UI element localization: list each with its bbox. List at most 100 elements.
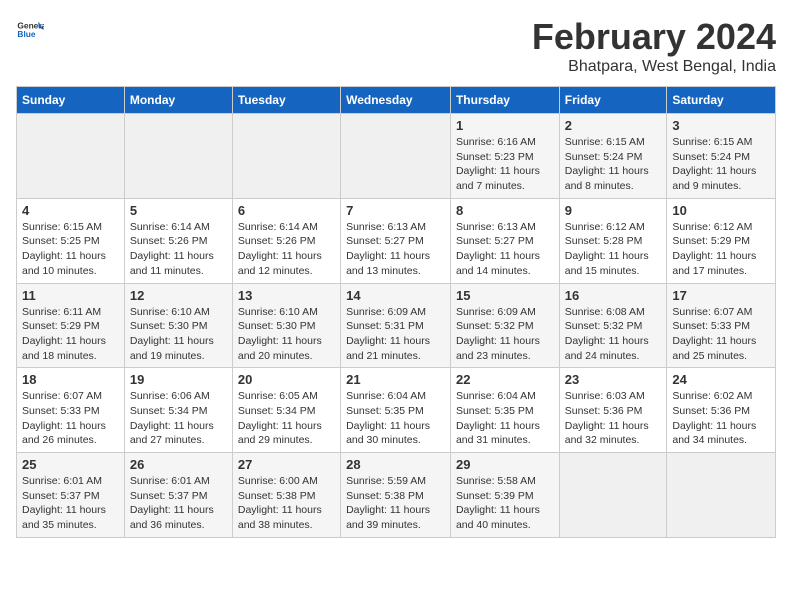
day-number: 12 (130, 288, 227, 303)
calendar-cell: 7 Sunrise: 6:13 AM Sunset: 5:27 PM Dayli… (341, 198, 451, 283)
day-info: Sunrise: 6:03 AM Sunset: 5:36 PM Dayligh… (565, 389, 662, 448)
calendar-cell: 22 Sunrise: 6:04 AM Sunset: 5:35 PM Dayl… (450, 368, 559, 453)
day-number: 13 (238, 288, 335, 303)
day-info: Sunrise: 6:10 AM Sunset: 5:30 PM Dayligh… (238, 305, 335, 364)
day-number: 16 (565, 288, 662, 303)
day-info: Sunrise: 6:14 AM Sunset: 5:26 PM Dayligh… (130, 220, 227, 279)
day-number: 17 (672, 288, 770, 303)
svg-text:Blue: Blue (17, 29, 35, 39)
day-header-thursday: Thursday (450, 87, 559, 114)
calendar-cell (341, 114, 451, 199)
calendar-cell: 16 Sunrise: 6:08 AM Sunset: 5:32 PM Dayl… (559, 283, 667, 368)
calendar-week-1: 1 Sunrise: 6:16 AM Sunset: 5:23 PM Dayli… (17, 114, 776, 199)
day-info: Sunrise: 6:05 AM Sunset: 5:34 PM Dayligh… (238, 389, 335, 448)
calendar-cell: 1 Sunrise: 6:16 AM Sunset: 5:23 PM Dayli… (450, 114, 559, 199)
day-number: 5 (130, 203, 227, 218)
calendar-week-3: 11 Sunrise: 6:11 AM Sunset: 5:29 PM Dayl… (17, 283, 776, 368)
day-number: 14 (346, 288, 445, 303)
day-info: Sunrise: 6:10 AM Sunset: 5:30 PM Dayligh… (130, 305, 227, 364)
day-info: Sunrise: 6:09 AM Sunset: 5:32 PM Dayligh… (456, 305, 554, 364)
logo-icon: General Blue (16, 16, 44, 44)
day-number: 26 (130, 457, 227, 472)
day-info: Sunrise: 6:02 AM Sunset: 5:36 PM Dayligh… (672, 389, 770, 448)
calendar-cell: 21 Sunrise: 6:04 AM Sunset: 5:35 PM Dayl… (341, 368, 451, 453)
calendar-week-2: 4 Sunrise: 6:15 AM Sunset: 5:25 PM Dayli… (17, 198, 776, 283)
calendar-cell: 27 Sunrise: 6:00 AM Sunset: 5:38 PM Dayl… (232, 453, 340, 538)
day-number: 22 (456, 372, 554, 387)
calendar-cell: 13 Sunrise: 6:10 AM Sunset: 5:30 PM Dayl… (232, 283, 340, 368)
calendar-week-4: 18 Sunrise: 6:07 AM Sunset: 5:33 PM Dayl… (17, 368, 776, 453)
calendar-cell (124, 114, 232, 199)
day-number: 11 (22, 288, 119, 303)
day-info: Sunrise: 6:15 AM Sunset: 5:24 PM Dayligh… (565, 135, 662, 194)
day-info: Sunrise: 6:13 AM Sunset: 5:27 PM Dayligh… (456, 220, 554, 279)
day-number: 19 (130, 372, 227, 387)
day-info: Sunrise: 6:06 AM Sunset: 5:34 PM Dayligh… (130, 389, 227, 448)
title-area: February 2024 Bhatpara, West Bengal, Ind… (532, 16, 776, 76)
calendar-cell (232, 114, 340, 199)
calendar-cell: 12 Sunrise: 6:10 AM Sunset: 5:30 PM Dayl… (124, 283, 232, 368)
calendar-body: 1 Sunrise: 6:16 AM Sunset: 5:23 PM Dayli… (17, 114, 776, 538)
day-header-wednesday: Wednesday (341, 87, 451, 114)
day-number: 29 (456, 457, 554, 472)
day-number: 3 (672, 118, 770, 133)
calendar-cell: 26 Sunrise: 6:01 AM Sunset: 5:37 PM Dayl… (124, 453, 232, 538)
calendar-cell: 23 Sunrise: 6:03 AM Sunset: 5:36 PM Dayl… (559, 368, 667, 453)
day-number: 4 (22, 203, 119, 218)
logo: General Blue (16, 16, 44, 44)
day-info: Sunrise: 6:07 AM Sunset: 5:33 PM Dayligh… (672, 305, 770, 364)
day-header-saturday: Saturday (667, 87, 776, 114)
day-info: Sunrise: 6:16 AM Sunset: 5:23 PM Dayligh… (456, 135, 554, 194)
day-number: 23 (565, 372, 662, 387)
calendar-cell: 19 Sunrise: 6:06 AM Sunset: 5:34 PM Dayl… (124, 368, 232, 453)
calendar-table: SundayMondayTuesdayWednesdayThursdayFrid… (16, 86, 776, 538)
calendar-cell: 5 Sunrise: 6:14 AM Sunset: 5:26 PM Dayli… (124, 198, 232, 283)
calendar-cell: 14 Sunrise: 6:09 AM Sunset: 5:31 PM Dayl… (341, 283, 451, 368)
day-number: 9 (565, 203, 662, 218)
header: General Blue February 2024 Bhatpara, Wes… (16, 16, 776, 76)
day-number: 25 (22, 457, 119, 472)
calendar-cell: 29 Sunrise: 5:58 AM Sunset: 5:39 PM Dayl… (450, 453, 559, 538)
day-header-sunday: Sunday (17, 87, 125, 114)
day-number: 24 (672, 372, 770, 387)
day-info: Sunrise: 6:14 AM Sunset: 5:26 PM Dayligh… (238, 220, 335, 279)
day-info: Sunrise: 6:12 AM Sunset: 5:29 PM Dayligh… (672, 220, 770, 279)
day-info: Sunrise: 6:13 AM Sunset: 5:27 PM Dayligh… (346, 220, 445, 279)
day-number: 28 (346, 457, 445, 472)
day-info: Sunrise: 6:11 AM Sunset: 5:29 PM Dayligh… (22, 305, 119, 364)
day-info: Sunrise: 6:04 AM Sunset: 5:35 PM Dayligh… (346, 389, 445, 448)
calendar-cell: 9 Sunrise: 6:12 AM Sunset: 5:28 PM Dayli… (559, 198, 667, 283)
calendar-cell: 8 Sunrise: 6:13 AM Sunset: 5:27 PM Dayli… (450, 198, 559, 283)
day-header-monday: Monday (124, 87, 232, 114)
day-number: 7 (346, 203, 445, 218)
day-number: 21 (346, 372, 445, 387)
calendar-cell: 20 Sunrise: 6:05 AM Sunset: 5:34 PM Dayl… (232, 368, 340, 453)
calendar-cell (667, 453, 776, 538)
calendar-week-5: 25 Sunrise: 6:01 AM Sunset: 5:37 PM Dayl… (17, 453, 776, 538)
day-info: Sunrise: 5:58 AM Sunset: 5:39 PM Dayligh… (456, 474, 554, 533)
day-info: Sunrise: 6:15 AM Sunset: 5:25 PM Dayligh… (22, 220, 119, 279)
day-info: Sunrise: 6:09 AM Sunset: 5:31 PM Dayligh… (346, 305, 445, 364)
calendar-cell: 24 Sunrise: 6:02 AM Sunset: 5:36 PM Dayl… (667, 368, 776, 453)
calendar-cell: 4 Sunrise: 6:15 AM Sunset: 5:25 PM Dayli… (17, 198, 125, 283)
calendar-cell (17, 114, 125, 199)
calendar-cell: 10 Sunrise: 6:12 AM Sunset: 5:29 PM Dayl… (667, 198, 776, 283)
calendar-cell: 28 Sunrise: 5:59 AM Sunset: 5:38 PM Dayl… (341, 453, 451, 538)
calendar-cell: 25 Sunrise: 6:01 AM Sunset: 5:37 PM Dayl… (17, 453, 125, 538)
calendar-cell: 2 Sunrise: 6:15 AM Sunset: 5:24 PM Dayli… (559, 114, 667, 199)
day-info: Sunrise: 6:01 AM Sunset: 5:37 PM Dayligh… (22, 474, 119, 533)
day-number: 1 (456, 118, 554, 133)
calendar-cell (559, 453, 667, 538)
day-info: Sunrise: 5:59 AM Sunset: 5:38 PM Dayligh… (346, 474, 445, 533)
day-number: 18 (22, 372, 119, 387)
day-info: Sunrise: 6:00 AM Sunset: 5:38 PM Dayligh… (238, 474, 335, 533)
day-number: 20 (238, 372, 335, 387)
day-header-tuesday: Tuesday (232, 87, 340, 114)
day-info: Sunrise: 6:01 AM Sunset: 5:37 PM Dayligh… (130, 474, 227, 533)
calendar-cell: 11 Sunrise: 6:11 AM Sunset: 5:29 PM Dayl… (17, 283, 125, 368)
day-number: 10 (672, 203, 770, 218)
calendar-cell: 3 Sunrise: 6:15 AM Sunset: 5:24 PM Dayli… (667, 114, 776, 199)
calendar-header-row: SundayMondayTuesdayWednesdayThursdayFrid… (17, 87, 776, 114)
day-number: 15 (456, 288, 554, 303)
calendar-cell: 15 Sunrise: 6:09 AM Sunset: 5:32 PM Dayl… (450, 283, 559, 368)
